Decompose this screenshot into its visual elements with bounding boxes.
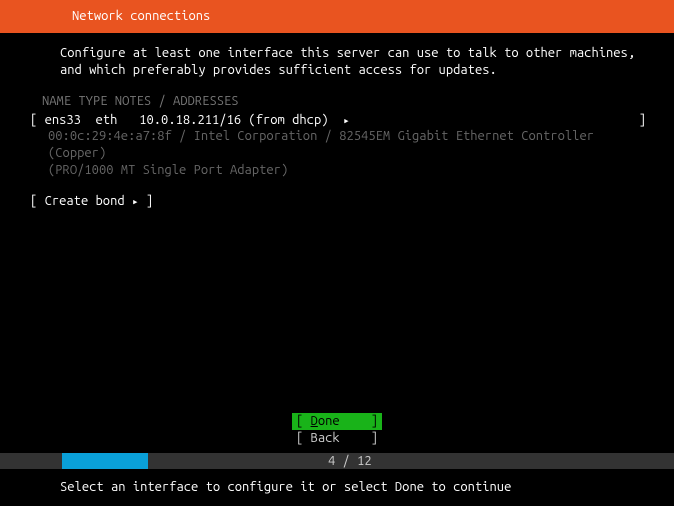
intro-line-2: and which preferably provides sufficient… xyxy=(60,62,646,79)
done-rest: one xyxy=(318,414,340,428)
columns-label: NAME TYPE NOTES / ADDRESSES xyxy=(42,94,239,108)
chevron-right-icon: ▸ xyxy=(343,115,350,127)
interface-notes: 10.0.18.211/16 (from dhcp) xyxy=(139,113,328,127)
progress-bar-row: 4 / 12 xyxy=(0,453,674,469)
button-row: [ Done] [ Back] xyxy=(0,413,674,447)
interface-type: eth xyxy=(96,113,118,127)
intro-text: Configure at least one interface this se… xyxy=(0,45,674,79)
interface-left: [ ens33 eth 10.0.18.211/16 (from dhcp) ▸ xyxy=(30,112,350,129)
window-title: Network connections xyxy=(72,9,210,23)
column-headers: NAME TYPE NOTES / ADDRESSES xyxy=(0,93,674,110)
progress-bar xyxy=(62,453,322,469)
chevron-right-icon: ▸ xyxy=(132,196,139,208)
done-hotkey: D xyxy=(311,414,318,428)
interface-hw2: (PRO/1000 MT Single Port Adapter) xyxy=(48,163,288,177)
interface-name: ens33 xyxy=(45,113,81,127)
progress-text: 4 / 12 xyxy=(322,453,372,470)
create-bond-label: Create bond xyxy=(45,194,125,208)
footer: [ Done] [ Back] 4 / 12 Select an interfa… xyxy=(0,413,674,506)
window-title-bar: Network connections xyxy=(0,0,674,33)
back-button[interactable]: [ Back] xyxy=(292,430,382,447)
progress-fill xyxy=(62,453,148,469)
help-label: Select an interface to configure it or s… xyxy=(60,480,511,494)
intro-line-1: Configure at least one interface this se… xyxy=(60,45,646,62)
back-label: Back xyxy=(311,431,340,445)
interface-row[interactable]: [ ens33 eth 10.0.18.211/16 (from dhcp) ▸… xyxy=(0,112,674,129)
interface-detail-2: (PRO/1000 MT Single Port Adapter) xyxy=(0,162,674,179)
interface-right-bracket: ] xyxy=(639,112,646,129)
create-bond-row[interactable]: [ Create bond ▸ ] xyxy=(0,193,674,210)
done-button[interactable]: [ Done] xyxy=(292,413,382,430)
progress-current: 4 xyxy=(328,454,335,468)
interface-detail: 00:0c:29:4e:a7:8f / Intel Corporation / … xyxy=(0,128,674,162)
interface-mac: 00:0c:29:4e:a7:8f xyxy=(48,129,172,143)
help-text: Select an interface to configure it or s… xyxy=(0,469,674,506)
main-content: Configure at least one interface this se… xyxy=(0,33,674,210)
progress-total: 12 xyxy=(357,454,372,468)
